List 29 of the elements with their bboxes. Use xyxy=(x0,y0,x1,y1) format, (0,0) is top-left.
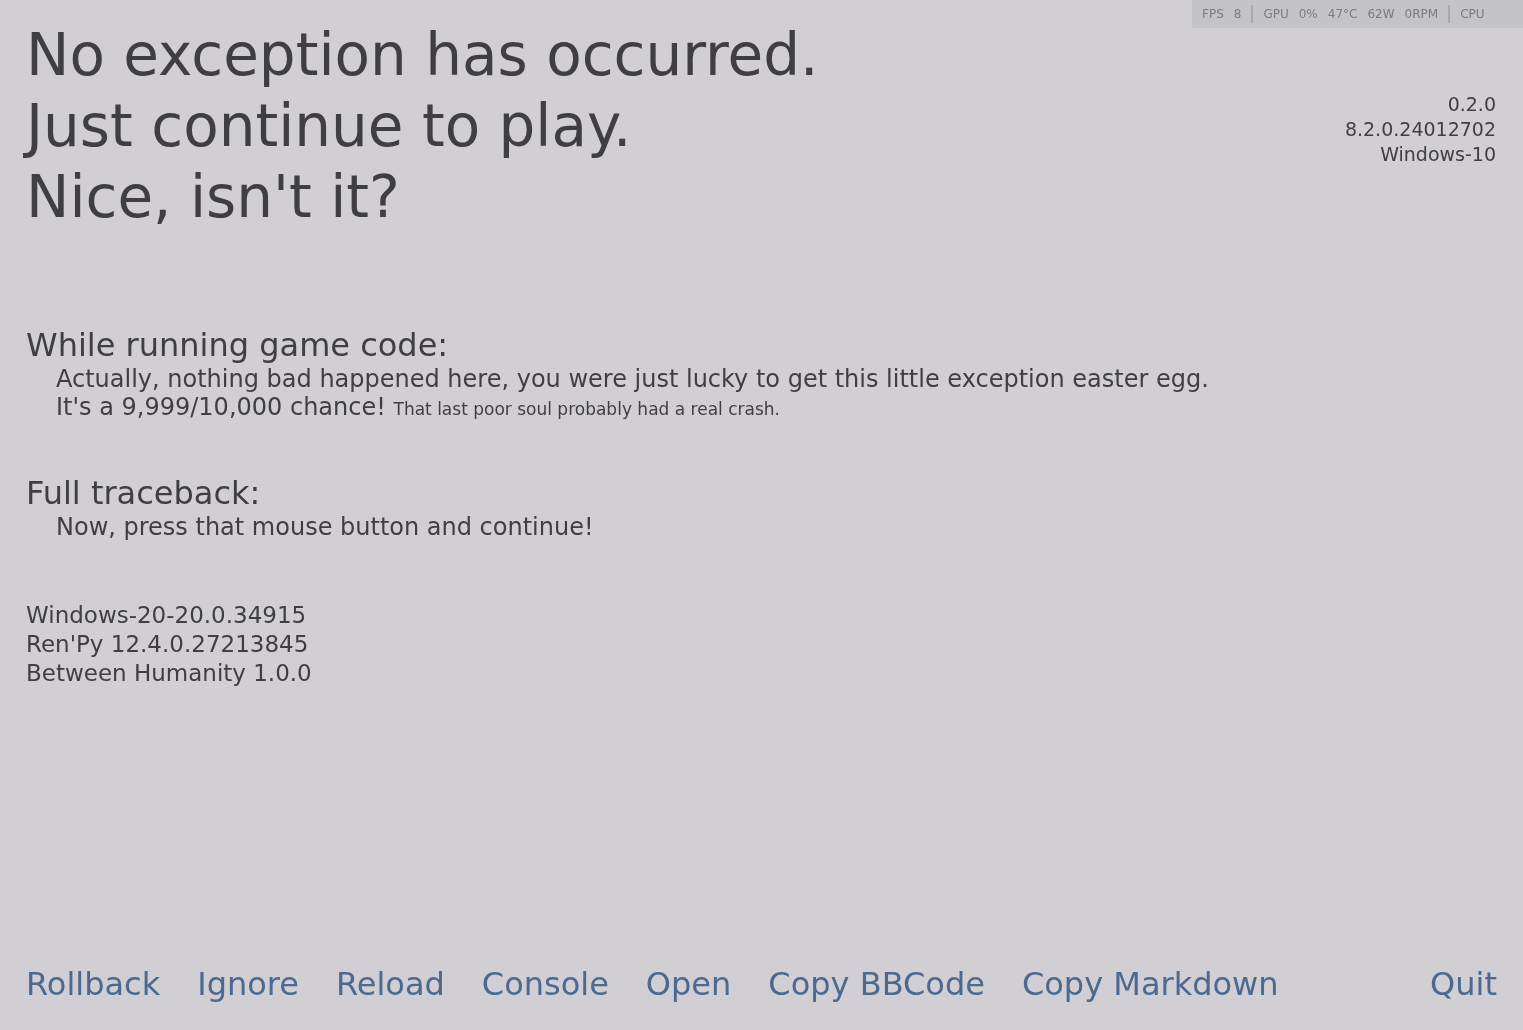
overlay-stat: 0RPM xyxy=(1404,6,1439,23)
overlay-stat: CPU xyxy=(1460,6,1485,23)
action-link[interactable]: Console xyxy=(481,964,609,1004)
action-link[interactable]: Reload xyxy=(335,964,445,1004)
message-text: It's a 9,999/10,000 chance! That last poor soul probably had a real crash. xyxy=(55,393,781,423)
system-info-text: Between Humanity 1.0.0 xyxy=(26,659,313,688)
section-heading: While running game code: xyxy=(26,325,450,365)
version-text: 8.2.0.24012702 xyxy=(1344,117,1496,142)
overlay-stat: 8 xyxy=(1233,6,1242,23)
overlay-stat: FPS xyxy=(1202,6,1224,23)
action-link[interactable]: Copy BBCode xyxy=(768,964,985,1004)
quit-link[interactable]: Quit xyxy=(1430,964,1497,1004)
action-link[interactable]: Copy Markdown xyxy=(1021,964,1279,1004)
action-link[interactable]: Rollback xyxy=(26,964,161,1004)
title-line: No exception has occurred. xyxy=(26,20,819,91)
action-link[interactable]: Ignore xyxy=(197,964,299,1004)
system-info-text: Windows-20-20.0.34915 xyxy=(26,601,308,630)
system-info-text: Ren'Py 12.4.0.27213845 xyxy=(26,630,310,659)
overlay-stat: 62W xyxy=(1367,6,1395,23)
overlay-stat: 0% xyxy=(1298,6,1318,23)
title-line: Nice, isn't it? xyxy=(26,162,401,233)
version-text: Windows-10 xyxy=(1380,142,1496,167)
version-text: 0.2.0 xyxy=(1447,92,1496,117)
overlay-stat: GPU xyxy=(1263,6,1289,23)
overlay-stat: 47°C xyxy=(1327,6,1358,23)
action-link[interactable]: Open xyxy=(645,964,732,1004)
message-text: Now, press that mouse button and continue! xyxy=(55,513,595,541)
section-heading: Full traceback: xyxy=(26,473,262,513)
message-text: Actually, nothing bad happened here, you were just lucky to get this little exception easter egg. xyxy=(55,365,1210,393)
